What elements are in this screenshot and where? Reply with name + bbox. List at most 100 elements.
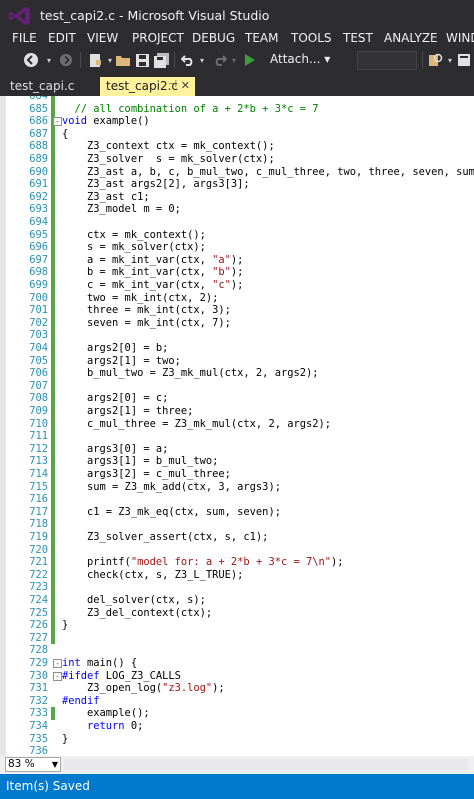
change-indicator (51, 543, 55, 557)
code-line[interactable]: 697 a = mk_int_var(ctx, "a"); (0, 253, 474, 267)
code-line[interactable]: 710 c_mul_three = Z3_mk_mul(ctx, 2, args… (0, 417, 474, 431)
code-line[interactable]: 687 { (0, 127, 474, 141)
find-dropdown-icon[interactable]: ▾ (446, 50, 454, 70)
undo-icon[interactable] (180, 50, 196, 70)
open-folder-icon[interactable] (114, 50, 132, 70)
code-line[interactable]: 734 return 0; (0, 720, 474, 733)
solution-explorer-icon[interactable] (456, 50, 472, 70)
code-line[interactable]: 730- #ifdef LOG_Z3_CALLS (0, 670, 474, 683)
code-line[interactable]: 714 args3[2] = c_mul_three; (0, 468, 474, 481)
forward-icon[interactable] (56, 50, 76, 70)
code-line[interactable]: 724 del_solver(ctx, s); (0, 594, 474, 607)
code-line[interactable]: 735} (0, 733, 474, 746)
code-line[interactable]: 722 check(ctx, s, Z3_L_TRUE); (0, 568, 474, 582)
code-line[interactable]: 694 (0, 216, 474, 229)
code-line[interactable]: 703 (0, 329, 474, 342)
horizontal-scrollbar[interactable] (64, 759, 468, 770)
start-debug-icon[interactable] (244, 50, 256, 70)
change-indicator (51, 127, 55, 141)
code-line[interactable]: 696 s = mk_solver(ctx); (0, 241, 474, 254)
code-line[interactable]: 691 Z3_ast args2[2], args3[3]; (0, 178, 474, 191)
close-icon[interactable]: ✕ (181, 79, 190, 92)
code-line[interactable]: 715 sum = Z3_mk_add(ctx, 3, args3); (0, 480, 474, 494)
code-line[interactable]: 698 b = mk_int_var(ctx, "b"); (0, 266, 474, 279)
line-number: 701 (29, 304, 48, 317)
tab-test-capi2[interactable]: test_capi2.c ⊣ ✕ (100, 77, 195, 96)
back-dropdown-icon[interactable]: ▾ (44, 50, 54, 70)
tab-test-capi[interactable]: test_capi.c (4, 77, 94, 96)
code-line[interactable]: 733 example(); (0, 707, 474, 720)
code-line[interactable]: 725 Z3_del_context(ctx); (0, 606, 474, 620)
code-line[interactable]: 693 Z3_model m = 0; (0, 203, 474, 216)
new-dropdown-icon[interactable]: ▾ (106, 50, 114, 70)
code-line[interactable]: 721 printf("model for: a + 2*b + 3*c = 7… (0, 556, 474, 569)
pin-icon[interactable]: ⊣ (168, 79, 177, 90)
new-project-icon[interactable] (86, 50, 104, 70)
code-line[interactable]: 726} (0, 619, 474, 632)
save-all-icon[interactable] (152, 50, 170, 70)
code-line[interactable]: 729- int main() { (0, 657, 474, 670)
code-line[interactable]: 709 args2[1] = three; (0, 405, 474, 418)
menu-test[interactable]: TEST (343, 31, 373, 45)
code-line[interactable]: 719 Z3_solver_assert(ctx, s, c1); (0, 531, 474, 544)
code-line[interactable]: 701 three = mk_int(ctx, 3); (0, 304, 474, 317)
change-indicator (51, 178, 55, 191)
code-line[interactable]: 702 seven = mk_int(ctx, 7); (0, 316, 474, 330)
code-line[interactable]: 685 // all combination of a + 2*b + 3*c … (0, 102, 474, 116)
menu-edit[interactable]: EDIT (48, 31, 76, 45)
back-icon[interactable] (20, 50, 42, 70)
code-line[interactable]: 707 (0, 379, 474, 393)
code-line[interactable]: 688 Z3_context ctx = mk_context(); (0, 140, 474, 153)
code-line[interactable]: 716 (0, 493, 474, 506)
code-line[interactable]: 728 (0, 644, 474, 657)
code-line[interactable]: 695 ctx = mk_context(); (0, 228, 474, 242)
code-line[interactable]: 692 Z3_ast c1; (0, 190, 474, 204)
collapse-icon[interactable]: - (53, 659, 62, 668)
line-number: 720 (29, 543, 48, 556)
visual-studio-logo-icon (9, 7, 30, 25)
redo-dropdown-icon[interactable]: ▾ (230, 50, 238, 70)
undo-dropdown-icon[interactable]: ▾ (198, 50, 206, 70)
menu-file[interactable]: FILE (12, 31, 37, 45)
code-line[interactable]: 712 args3[0] = a; (0, 442, 474, 456)
menu-window[interactable]: WIND (446, 31, 474, 45)
menu-tools[interactable]: TOOLS (291, 31, 332, 45)
line-number: 732 (29, 694, 48, 707)
attach-button[interactable]: Attach... ▾ (270, 52, 330, 66)
code-line[interactable]: 717 c1 = Z3_mk_eq(ctx, sum, seven); (0, 505, 474, 519)
menu-project[interactable]: PROJECT (132, 31, 184, 45)
code-line[interactable]: 718 (0, 518, 474, 531)
code-editor[interactable]: 684 685 // all combination of a + 2*b + 3… (0, 96, 474, 756)
collapse-icon[interactable]: - (53, 671, 62, 681)
menu-debug[interactable]: DEBUG (192, 31, 235, 45)
code-line[interactable]: 684 (0, 96, 474, 103)
redo-icon[interactable] (212, 50, 228, 70)
code-line[interactable]: 686- void example() (0, 115, 474, 128)
solution-config-combo[interactable] (357, 51, 417, 70)
find-in-files-icon[interactable] (428, 50, 444, 70)
menu-analyze[interactable]: ANALYZE (384, 31, 438, 45)
code-line[interactable]: 720 (0, 543, 474, 557)
code-line[interactable]: 727 (0, 631, 474, 645)
code-line[interactable]: 689 Z3_solver s = mk_solver(ctx); (0, 153, 474, 166)
code-line[interactable]: 706 b_mul_two = Z3_mk_mul(ctx, 2, args2)… (0, 367, 474, 380)
line-number: 735 (29, 732, 48, 745)
code-line[interactable]: 699 c = mk_int_var(ctx, "c"); (0, 279, 474, 292)
menu-team[interactable]: TEAM (245, 31, 278, 45)
code-line[interactable]: 690 Z3_ast a, b, c, b_mul_two, c_mul_thr… (0, 165, 474, 179)
code-line[interactable]: 708 args2[0] = c; (0, 392, 474, 405)
code-line[interactable]: 700 two = mk_int(ctx, 2); (0, 291, 474, 305)
code-line[interactable]: 736 (0, 745, 474, 756)
code-line[interactable]: 711 (0, 430, 474, 443)
code-line[interactable]: 732 #endif (0, 695, 474, 708)
code-line[interactable]: 705 args2[1] = two; (0, 354, 474, 368)
save-icon[interactable] (134, 50, 150, 70)
code-line[interactable]: 704 args2[0] = b; (0, 342, 474, 355)
line-number: 716 (29, 493, 48, 506)
code-line[interactable]: 713 args3[1] = b_mul_two; (0, 455, 474, 468)
code-line[interactable]: 731 Z3_open_log("z3.log"); (0, 682, 474, 695)
menu-view[interactable]: VIEW (87, 31, 118, 45)
code-line[interactable]: 723 (0, 581, 474, 594)
collapse-icon[interactable]: - (53, 117, 62, 127)
zoom-combo[interactable]: 83 % ▼ (5, 757, 61, 772)
